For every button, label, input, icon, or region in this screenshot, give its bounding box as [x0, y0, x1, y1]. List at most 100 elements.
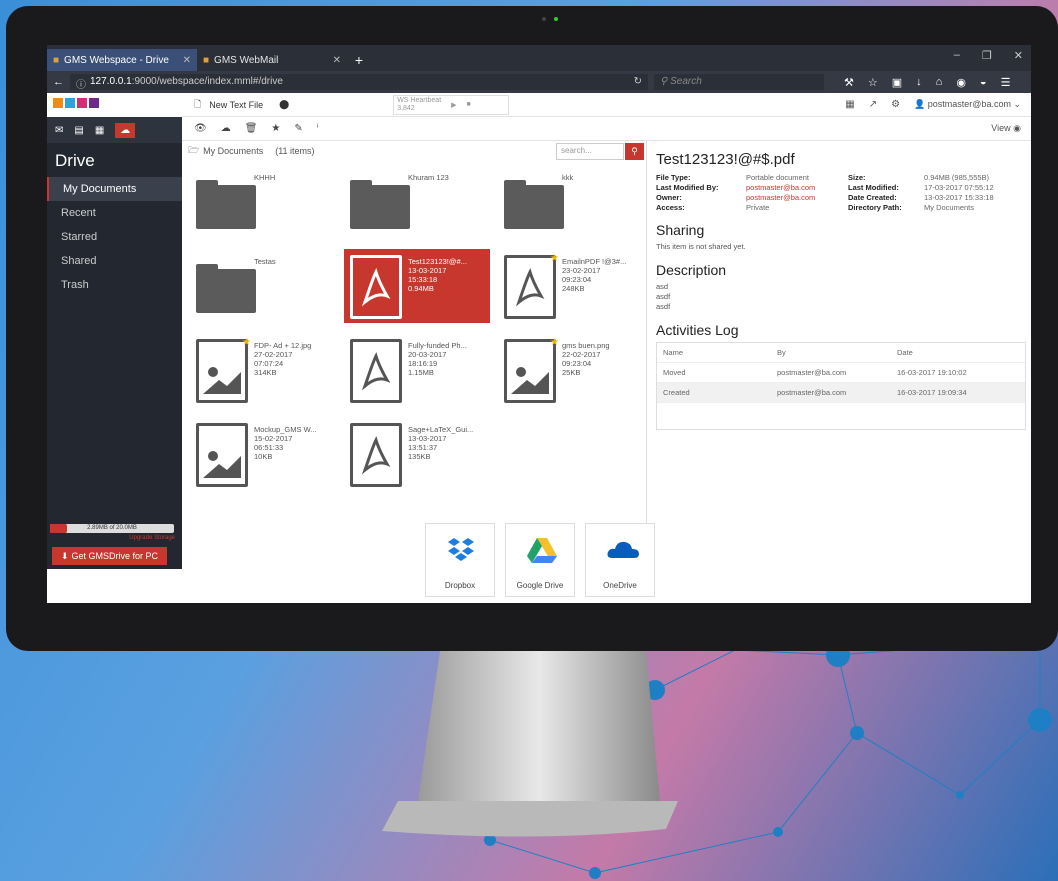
heartbeat-widget: WS Heartbeat 3,842 ▶ ■ — [393, 94, 510, 115]
preview-eye-icon[interactable]: 👁 — [194, 123, 207, 134]
description-heading: Description — [656, 262, 727, 278]
folder-item-testas[interactable]: Testas — [190, 249, 336, 323]
stop-icon[interactable]: ■ — [467, 101, 471, 108]
folder-item-khhh[interactable]: KHHH — [190, 165, 336, 239]
file-item-mockup-gms[interactable]: Mockup_GMS W... 15-02-2017 06:51:33 10KB — [190, 417, 336, 491]
prop-key: Access: — [656, 203, 685, 212]
edit-pencil-icon[interactable]: ✎ — [294, 123, 302, 134]
cloud-drive-icon[interactable]: ☁ — [115, 122, 136, 138]
back-icon[interactable]: ← — [53, 76, 64, 88]
info-icon: ⓘ — [76, 80, 86, 91]
monitor-stand — [382, 651, 678, 837]
grid-view-icon[interactable]: ▦ — [845, 99, 854, 110]
info-icon[interactable]: ⁱ — [317, 123, 319, 134]
file-label: FDP- Ad + 12.jpg 27-02-2017 07:07:24 314… — [254, 341, 312, 377]
file-item-fully-funded[interactable]: Fully-funded Ph... 20-03-2017 18:16:19 1… — [344, 333, 490, 407]
file-search-input[interactable]: search... — [556, 143, 624, 160]
sidebar: ✉ ▤ ▦ ☁ Drive My Documents Recent Starre… — [47, 93, 182, 569]
prop-key: Directory Path: — [848, 203, 902, 212]
upgrade-storage-link[interactable]: Upgrade Storage — [129, 535, 175, 541]
new-text-file-button[interactable]: New Text File — [209, 100, 263, 110]
file-item-emailnpdf[interactable]: ★ EmailnPDF !@3#... 23-02-2017 09:23:04 … — [498, 249, 644, 323]
dropbox-button[interactable]: Dropbox — [425, 523, 495, 597]
column-header[interactable]: Name — [657, 348, 777, 357]
tab-gms-webmail[interactable]: ■ GMS WebMail ✕ — [197, 49, 347, 71]
menu-icon[interactable]: ☰ — [1001, 76, 1011, 89]
calendar-icon[interactable]: ▦ — [95, 125, 104, 136]
browser-search-input[interactable]: ⚲ Search — [654, 74, 824, 90]
folder-item-khuram-123[interactable]: Khuram 123 — [344, 165, 490, 239]
mail-icon[interactable]: ✉ — [55, 125, 63, 136]
google-drive-button[interactable]: Google Drive — [505, 523, 575, 597]
file-label: Mockup_GMS W... 15-02-2017 06:51:33 10KB — [254, 425, 317, 461]
close-window-icon[interactable]: ✕ — [1014, 49, 1023, 62]
trash-icon[interactable]: 🗑 — [245, 123, 258, 134]
file-item-gms-buen[interactable]: ★ gms buen.png 22-02-2017 09:23:04 25KB — [498, 333, 644, 407]
close-icon[interactable]: ✕ — [183, 55, 191, 66]
external-link-icon[interactable]: ↗ — [869, 99, 877, 110]
prop-value: 17-03-2017 07:55:12 — [924, 183, 994, 192]
column-header[interactable]: Date — [897, 348, 1017, 357]
play-icon[interactable]: ▶ — [451, 101, 456, 109]
pdf-icon — [350, 255, 402, 319]
sidebar-item-starred[interactable]: Starred — [47, 225, 182, 249]
search-icon: ⚲ — [660, 76, 671, 87]
bookmark-star-icon[interactable]: ☆ — [868, 76, 878, 89]
wrench-icon[interactable]: ⚒ — [844, 76, 854, 89]
sidebar-item-recent[interactable]: Recent — [47, 201, 182, 225]
starred-icon: ★ — [550, 253, 559, 264]
close-icon[interactable]: ✕ — [333, 55, 341, 66]
get-gmsdrive-button[interactable]: ⬇ Get GMSDrive for PC — [52, 547, 167, 565]
folder-open-icon: 🗁 — [188, 145, 200, 155]
sidebar-item-trash[interactable]: Trash — [47, 273, 182, 297]
reload-icon[interactable]: ↻ — [634, 76, 642, 88]
file-item-sage-latex[interactable]: Sage+LaTeX_Gui... 13-03-2017 13:51:37 13… — [344, 417, 490, 491]
prop-value: Private — [746, 203, 770, 212]
prop-value-link[interactable]: postmaster@ba.com — [746, 183, 848, 192]
folder-item-kkk[interactable]: kkk — [498, 165, 644, 239]
pocket-icon[interactable]: ◒ — [980, 76, 987, 89]
search-placeholder: Search — [670, 76, 702, 87]
table-row[interactable]: Created postmaster@ba.com 16-03-2017 19:… — [657, 383, 1025, 403]
download-icon[interactable]: ↓ — [916, 76, 922, 89]
settings-gear-icon[interactable]: ⚙ — [891, 99, 900, 110]
folder-icon — [350, 180, 410, 229]
restore-icon[interactable]: ❐ — [982, 49, 992, 62]
column-header[interactable]: By — [777, 348, 897, 357]
more-options-icon[interactable]: ⬤ — [279, 99, 289, 110]
folder-icon — [196, 264, 256, 313]
file-item-fdp-ad[interactable]: ★ FDP- Ad + 12.jpg 27-02-2017 07:07:24 3… — [190, 333, 336, 407]
folder-icon — [504, 180, 564, 229]
tab-label: GMS WebMail — [214, 54, 279, 66]
cloud-upload-icon[interactable]: ☁ — [221, 123, 231, 134]
view-menu-button[interactable]: View ◉ — [991, 123, 1031, 134]
clipboard-icon[interactable]: ▣ — [892, 76, 902, 89]
new-file-icon[interactable]: 🗋 — [194, 97, 201, 113]
sidebar-item-my-documents[interactable]: My Documents — [47, 177, 182, 201]
folder-icon — [196, 180, 256, 229]
sidebar-item-shared[interactable]: Shared — [47, 249, 182, 273]
prop-key: Owner: — [656, 193, 682, 202]
home-icon[interactable]: ⌂ — [936, 76, 943, 89]
search-icon[interactable]: ⚲ — [625, 143, 644, 160]
table-row[interactable]: Moved postmaster@ba.com 16-03-2017 19:10… — [657, 363, 1025, 383]
user-menu[interactable]: 👤 postmaster@ba.com ⌄ — [914, 99, 1021, 110]
breadcrumb-folder[interactable]: My Documents — [203, 146, 263, 156]
star-icon[interactable]: ★ — [271, 123, 280, 134]
tab-gms-webspace[interactable]: ■ GMS Webspace - Drive ✕ — [47, 49, 197, 71]
prop-value: My Documents — [924, 203, 975, 212]
minimize-icon[interactable]: – — [954, 49, 960, 62]
user-email: postmaster@ba.com — [927, 99, 1011, 109]
file-item-selected-pdf[interactable]: Test123123!@#... 13-03-2017 15:33:18 0.9… — [344, 249, 490, 323]
onedrive-button[interactable]: OneDrive — [585, 523, 655, 597]
contacts-icon[interactable]: ▤ — [74, 125, 83, 136]
file-action-toolbar: 👁 ☁ 🗑 ★ ✎ ⁱ View ◉ — [182, 117, 1031, 141]
tab-favicon-icon: ■ — [53, 54, 60, 66]
new-tab-button[interactable]: + — [347, 49, 371, 71]
prop-key: Date Created: — [848, 193, 897, 202]
url-bar[interactable]: ⓘ 127.0.0.1:9000/webspace/index.mml#/dri… — [70, 74, 648, 91]
file-label: KHHH — [254, 173, 276, 182]
heartbeat-value: 3,842 — [397, 104, 415, 112]
addon-icon[interactable]: ◉ — [956, 76, 966, 89]
prop-value-link[interactable]: postmaster@ba.com — [746, 193, 848, 202]
